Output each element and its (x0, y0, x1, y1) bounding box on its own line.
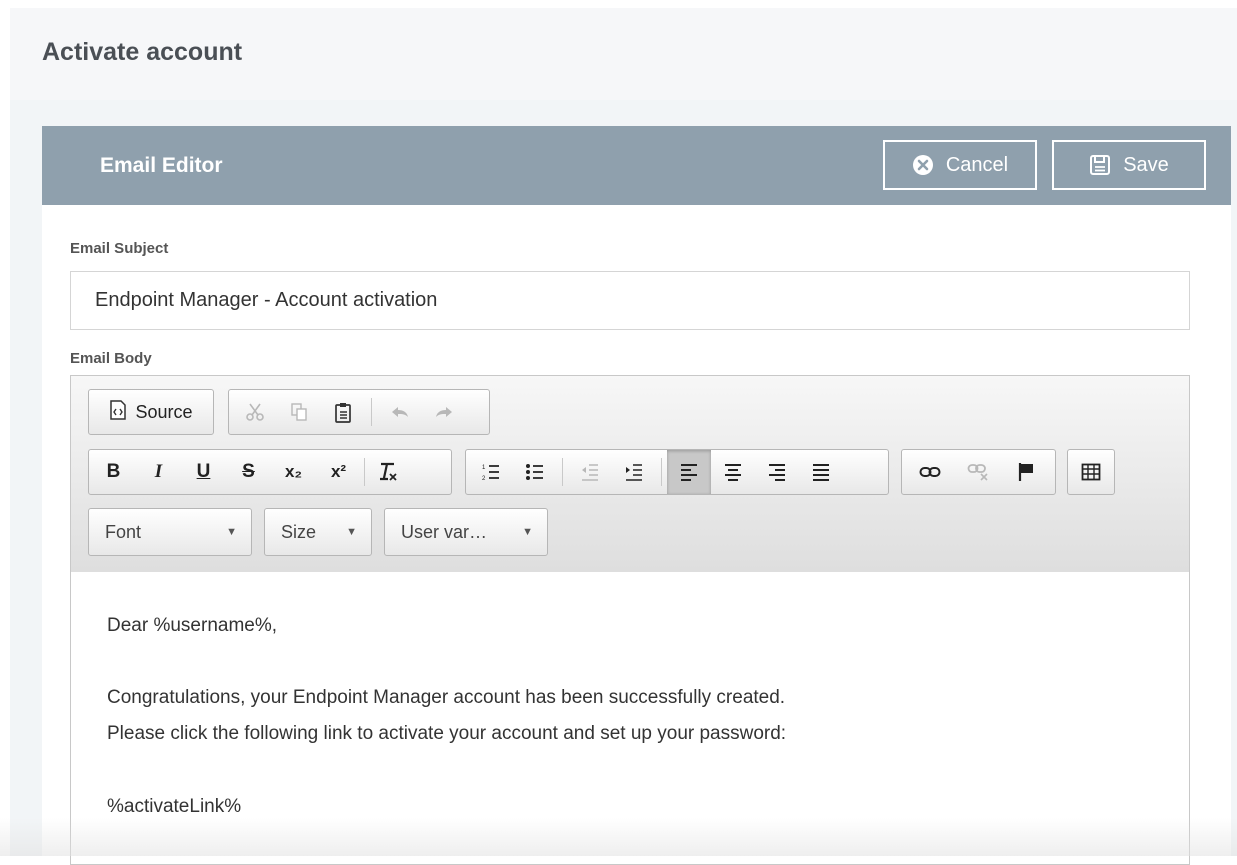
email-editor-card: Email Editor Cancel Save Email Subject E… (42, 126, 1231, 865)
floppy-disk-icon (1089, 154, 1111, 176)
save-button[interactable]: Save (1052, 140, 1206, 190)
align-center-icon[interactable] (711, 450, 755, 494)
body-line: Please click the following link to activ… (107, 723, 787, 744)
toolbar-group-insert (1067, 449, 1115, 495)
email-body-content[interactable]: Dear %username%, Congratulations, your E… (71, 572, 1189, 864)
email-body-label: Email Body (70, 350, 152, 367)
anchor-flag-icon[interactable] (1002, 450, 1050, 494)
cancel-label: Cancel (945, 153, 1009, 176)
source-label: Source (135, 401, 193, 422)
user-variables-dropdown-label: User var… (401, 521, 488, 542)
superscript-button[interactable]: x² (316, 450, 361, 494)
editor-toolbar: Source B I U S x₂ x² 1 2 Font ▼ Size ▼ U… (71, 376, 1189, 573)
align-left-icon[interactable] (667, 450, 711, 494)
bulleted-list-icon[interactable] (513, 450, 557, 494)
save-label: Save (1123, 153, 1169, 176)
outdent-icon[interactable] (568, 450, 612, 494)
cut-icon[interactable] (233, 390, 277, 434)
remove-format-icon[interactable] (368, 450, 408, 494)
page-title: Activate account (42, 38, 243, 66)
copy-icon[interactable] (277, 390, 321, 434)
paste-icon[interactable] (321, 390, 365, 434)
chevron-down-icon: ▼ (346, 526, 357, 538)
italic-button[interactable]: I (136, 450, 181, 494)
source-button[interactable]: Source (89, 390, 213, 434)
link-icon[interactable] (906, 450, 954, 494)
numbered-list-icon[interactable]: 12 (469, 450, 513, 494)
source-icon (109, 399, 127, 425)
bold-button[interactable]: B (91, 450, 136, 494)
align-right-icon[interactable] (755, 450, 799, 494)
body-line: Congratulations, your Endpoint Manager a… (107, 687, 786, 708)
unlink-icon[interactable] (954, 450, 1002, 494)
svg-text:1: 1 (482, 465, 486, 471)
undo-icon[interactable] (378, 390, 422, 434)
toolbar-separator (371, 398, 372, 426)
body-activate-link-variable: %activateLink% (107, 796, 242, 817)
cancel-button[interactable]: Cancel (883, 140, 1037, 190)
underline-button[interactable]: U (181, 450, 226, 494)
body-greeting: Dear %username%, (107, 615, 278, 636)
user-variables-dropdown[interactable]: User var… ▼ (384, 508, 548, 556)
indent-icon[interactable] (612, 450, 656, 494)
redo-icon[interactable] (422, 390, 466, 434)
svg-text:2: 2 (482, 476, 486, 482)
table-icon[interactable] (1068, 450, 1114, 494)
toolbar-group-links (901, 449, 1056, 495)
rich-text-editor: Source B I U S x₂ x² 1 2 Font ▼ Size ▼ U… (70, 375, 1190, 865)
toolbar-group-paragraph: 12 (465, 449, 889, 495)
subscript-button[interactable]: x₂ (271, 450, 316, 494)
size-dropdown-label: Size (281, 521, 317, 542)
toolbar-separator (364, 458, 365, 486)
size-dropdown[interactable]: Size ▼ (264, 508, 372, 556)
editor-header-bar: Email Editor Cancel Save (42, 126, 1231, 205)
email-subject-label: Email Subject (70, 240, 169, 257)
chevron-down-icon: ▼ (226, 526, 237, 538)
cancel-circle-icon (912, 154, 934, 176)
page-frame: Activate account Email Editor Cancel Sav… (10, 8, 1237, 865)
toolbar-group-clipboard (228, 389, 490, 435)
chevron-down-icon: ▼ (522, 526, 533, 538)
font-dropdown-label: Font (105, 521, 142, 542)
font-dropdown[interactable]: Font ▼ (88, 508, 252, 556)
toolbar-group-document: Source (88, 389, 214, 435)
toolbar-separator (661, 458, 662, 486)
editor-title: Email Editor (100, 154, 223, 177)
toolbar-separator (562, 458, 563, 486)
email-subject-input[interactable]: Endpoint Manager - Account activation (70, 271, 1190, 330)
justify-icon[interactable] (799, 450, 843, 494)
toolbar-group-basicstyles: B I U S x₂ x² (88, 449, 452, 495)
page-header: Activate account (10, 8, 1237, 100)
strikethrough-button[interactable]: S (226, 450, 271, 494)
